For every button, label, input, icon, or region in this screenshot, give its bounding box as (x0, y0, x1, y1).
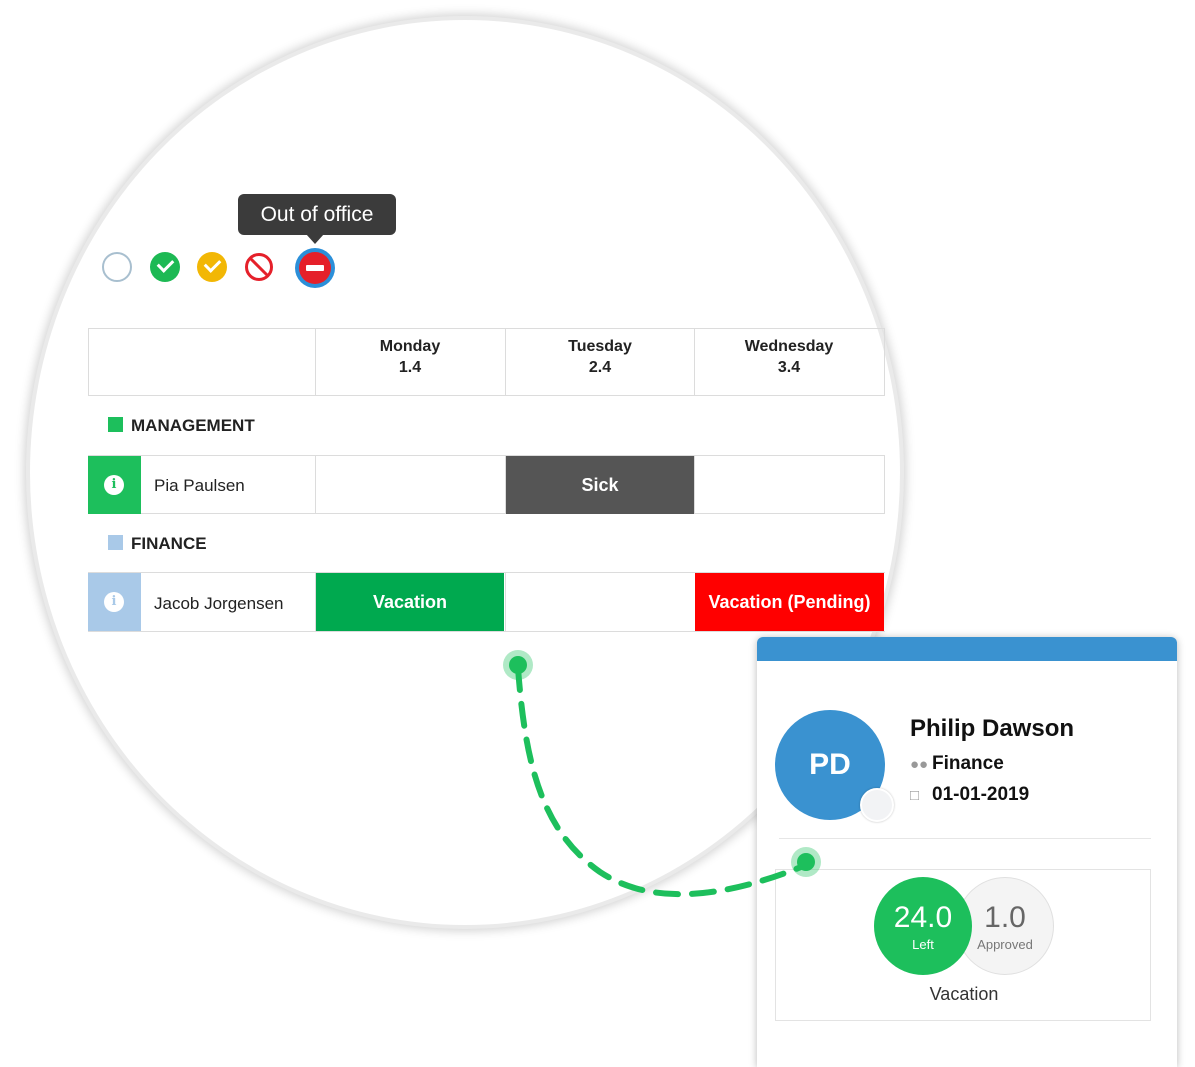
connector-line (503, 650, 821, 898)
days-left-badge: 24.0 Left (874, 877, 972, 975)
